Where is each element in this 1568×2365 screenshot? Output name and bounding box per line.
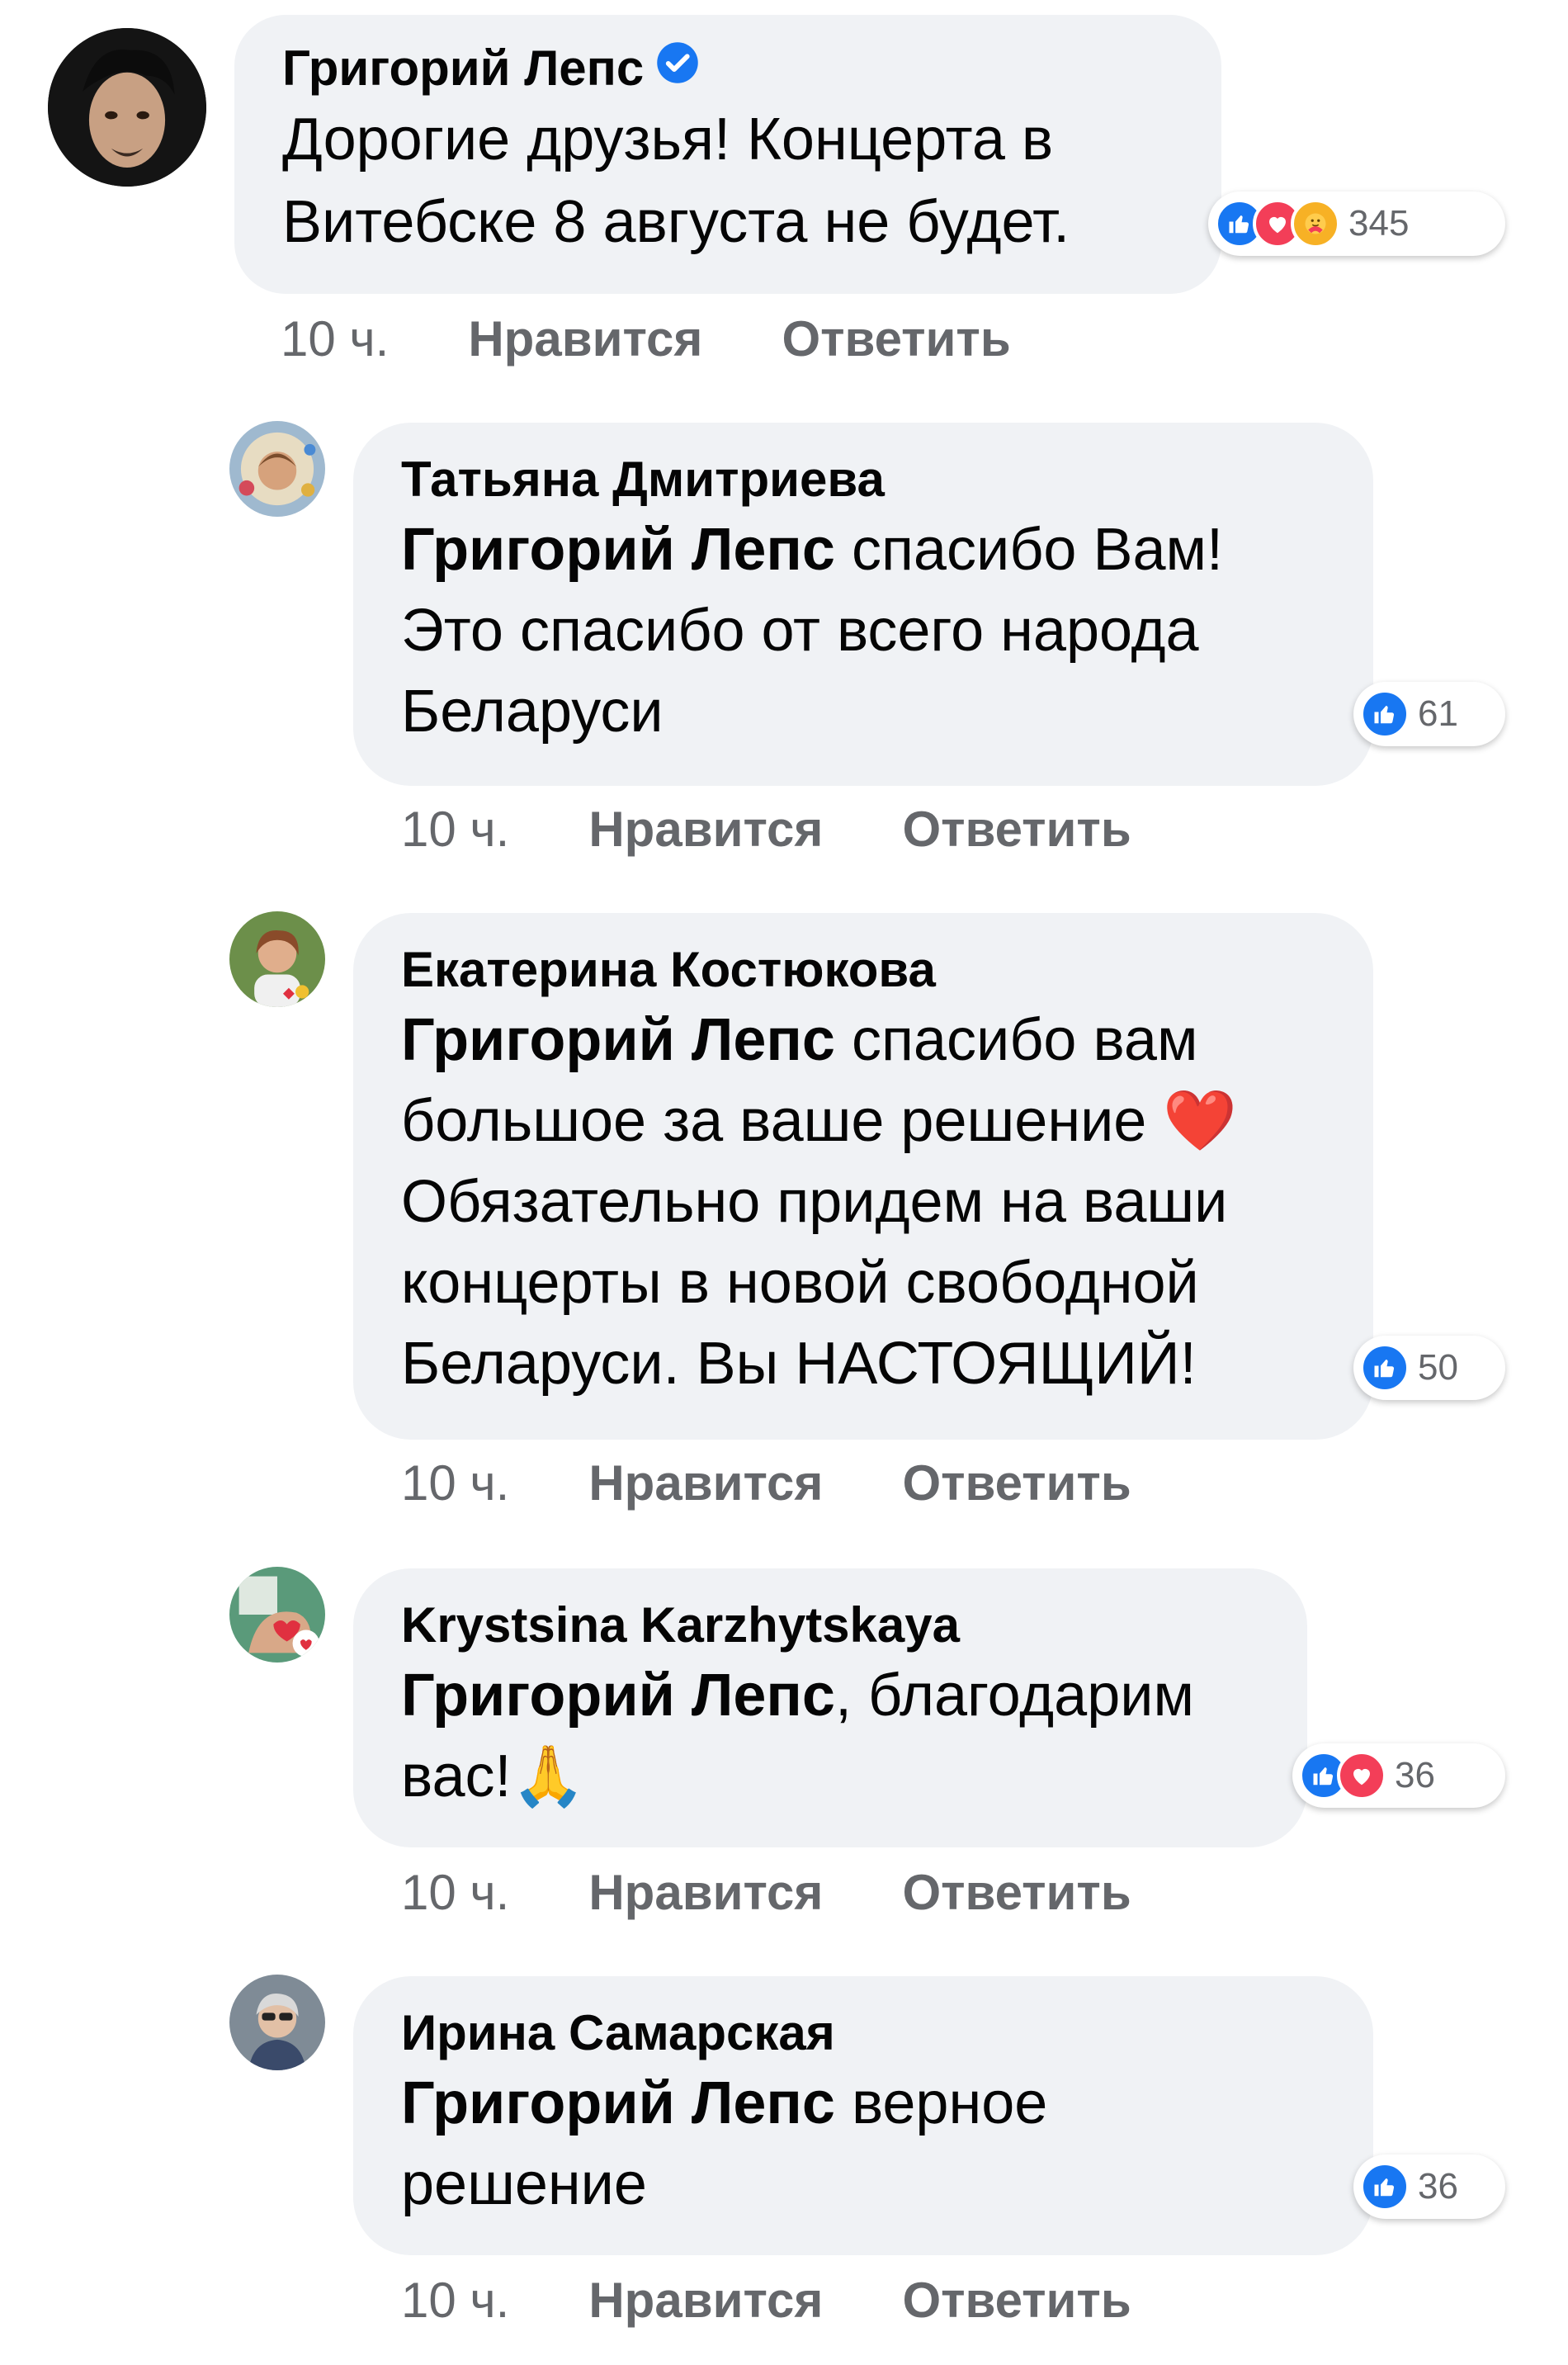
comment-text-part: , благодарим	[834, 1663, 1194, 1729]
comment-bubble: Татьяна Дмитриева Григорий Лепс спасибо …	[353, 423, 1373, 786]
like-button[interactable]: Нравится	[588, 1864, 823, 1921]
reply-button[interactable]: Ответить	[902, 2272, 1131, 2329]
reactions-summary[interactable]: 345	[1208, 192, 1505, 256]
author-name[interactable]: Krystsina Karzhytskaya	[401, 1596, 1307, 1653]
comment-text-line: Беларуси	[401, 679, 664, 745]
comment-text-line: большое за ваше решение ❤️	[401, 1088, 1237, 1154]
love-reaction-icon	[1337, 1751, 1386, 1800]
reaction-count: 36	[1418, 2166, 1458, 2207]
comment-text-line: Дорогие друзья! Концерта в	[282, 106, 1054, 173]
reactions-summary[interactable]: 36	[1292, 1743, 1505, 1808]
comment-actions: 10 ч. Нравится Ответить	[401, 1454, 1131, 1511]
comment-text-part: верное	[834, 2070, 1048, 2136]
comment-text-line: Это спасибо от всего народа	[401, 598, 1199, 664]
comment-text-line: Беларуси. Вы НАСТОЯЩИЙ!	[401, 1331, 1197, 1397]
reply-button[interactable]: Ответить	[782, 310, 1010, 367]
verified-badge-icon	[655, 40, 700, 97]
author-name-text[interactable]: Григорий Лепс	[282, 40, 644, 97]
mention-link[interactable]: Григорий Лепс	[401, 517, 835, 583]
avatar[interactable]	[229, 1975, 325, 2070]
comment-bubble: Екатерина Костюкова Григорий Лепс спасиб…	[353, 913, 1373, 1440]
like-reaction-icon	[1360, 689, 1410, 739]
mention-link[interactable]: Григорий Лепс	[401, 1663, 835, 1729]
comment-timestamp[interactable]: 10 ч.	[401, 2272, 509, 2329]
comment-bubble: Григорий Лепс Дорогие друзья! Концерта в…	[234, 15, 1221, 294]
comment-actions: 10 ч. Нравится Ответить	[281, 310, 1011, 367]
comment-text-line: концерты в новой свободной	[401, 1250, 1199, 1316]
like-button[interactable]: Нравится	[468, 310, 702, 367]
comment-text: Григорий Лепс спасибо Вам! Это спасибо о…	[401, 509, 1373, 752]
comment-text: Григорий Лепс, благодарим вас!🙏	[401, 1655, 1307, 1817]
like-button[interactable]: Нравится	[588, 1454, 823, 1511]
author-name[interactable]: Григорий Лепс	[282, 40, 1221, 97]
reaction-count: 345	[1348, 203, 1410, 244]
reply-button[interactable]: Ответить	[902, 1864, 1131, 1921]
author-name[interactable]: Екатерина Костюкова	[401, 941, 1373, 998]
reactions-summary[interactable]: 36	[1353, 2155, 1505, 2219]
comment-text: Григорий Лепс верное решение	[401, 2063, 1373, 2225]
like-button[interactable]: Нравится	[588, 801, 823, 858]
reply-button[interactable]: Ответить	[902, 801, 1131, 858]
comment-text-line: решение	[401, 2151, 647, 2217]
like-reaction-icon	[1360, 1343, 1410, 1393]
comment-timestamp[interactable]: 10 ч.	[401, 801, 509, 858]
avatar[interactable]	[229, 1567, 325, 1663]
avatar[interactable]	[48, 28, 206, 187]
mention-link[interactable]: Григорий Лепс	[401, 1007, 835, 1073]
comment-actions: 10 ч. Нравится Ответить	[401, 801, 1131, 858]
mention-link[interactable]: Григорий Лепс	[401, 2070, 835, 2136]
comment-text: Дорогие друзья! Концерта в Витебске 8 ав…	[282, 98, 1221, 263]
reaction-count: 36	[1395, 1755, 1435, 1795]
comment-text-line: вас!🙏	[401, 1743, 586, 1809]
care-reaction-icon	[1291, 199, 1340, 248]
comment-text-part: спасибо вам	[834, 1007, 1198, 1073]
like-reaction-icon	[1360, 2162, 1410, 2211]
comment-timestamp[interactable]: 10 ч.	[281, 310, 389, 367]
comment-text-line: Витебске 8 августа не будет.	[282, 189, 1070, 255]
comment-text-line: Обязательно придем на ваши	[401, 1169, 1228, 1235]
reaction-count: 50	[1418, 1347, 1458, 1388]
comment-text: Григорий Лепс спасибо вам большое за ваш…	[401, 1000, 1373, 1404]
author-name[interactable]: Ирина Самарская	[401, 2004, 1373, 2061]
comment-timestamp[interactable]: 10 ч.	[401, 1454, 509, 1511]
reaction-count: 61	[1418, 693, 1458, 734]
comment-actions: 10 ч. Нравится Ответить	[401, 2272, 1131, 2329]
comment-timestamp[interactable]: 10 ч.	[401, 1864, 509, 1921]
avatar[interactable]	[229, 421, 325, 517]
reactions-summary[interactable]: 61	[1353, 682, 1505, 746]
reply-button[interactable]: Ответить	[902, 1454, 1131, 1511]
reactions-summary[interactable]: 50	[1353, 1336, 1505, 1400]
like-button[interactable]: Нравится	[588, 2272, 823, 2329]
comment-bubble: Krystsina Karzhytskaya Григорий Лепс, бл…	[353, 1568, 1307, 1847]
comment-bubble: Ирина Самарская Григорий Лепс верное реш…	[353, 1976, 1373, 2255]
avatar[interactable]	[229, 911, 325, 1007]
comment-actions: 10 ч. Нравится Ответить	[401, 1864, 1131, 1921]
comment-text-part: спасибо Вам!	[834, 517, 1224, 583]
author-name[interactable]: Татьяна Дмитриева	[401, 451, 1373, 508]
